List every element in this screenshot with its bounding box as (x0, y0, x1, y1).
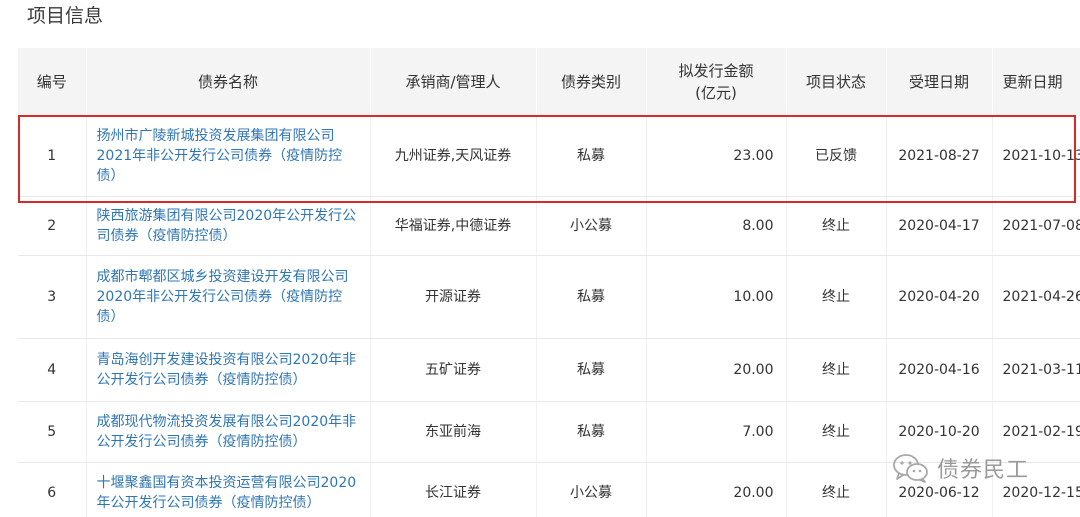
table-row[interactable]: 3 成都市郫都区城乡投资建设开发有限公司2020年非公开发行公司债券（疫情防控债… (18, 255, 1080, 339)
cell-type: 私募 (536, 338, 647, 402)
cell-underwriter: 长江证券 (370, 462, 537, 517)
header-amount[interactable]: 拟发行金额 (亿元) (646, 48, 787, 116)
cell-status: 终止 (786, 338, 887, 402)
cell-status: 终止 (786, 196, 887, 256)
cell-updated: 2021-07-08 (992, 196, 1080, 256)
header-name[interactable]: 债券名称 (86, 48, 371, 116)
bond-name-link[interactable]: 扬州市广陵新城投资发展集团有限公司2021年非公开发行公司债券（疫情防控债） (86, 116, 371, 197)
cell-underwriter: 华福证券,中德证券 (370, 196, 537, 256)
cell-underwriter: 九州证券,天风证券 (370, 116, 537, 197)
cell-accepted: 2020-04-17 (886, 196, 993, 256)
project-info-table: 编号 债券名称 承销商/管理人 债券类别 拟发行金额 (亿元) 项目状态 受理日… (18, 48, 1080, 517)
bond-name-link[interactable]: 十堰聚鑫国有资本投资运营有限公司2020年公开发行公司债券（疫情防控债） (86, 462, 371, 517)
cell-type: 私募 (536, 116, 647, 197)
cell-accepted: 2020-04-16 (886, 338, 993, 402)
header-status[interactable]: 项目状态 (786, 48, 887, 116)
header-accepted[interactable]: 受理日期 (886, 48, 993, 116)
watermark: 债券民工 (893, 449, 1029, 487)
cell-no: 1 (18, 116, 87, 197)
table-row[interactable]: 4 青岛海创开发建设投资有限公司2020年非公开发行公司债券（疫情防控债） 五矿… (18, 338, 1080, 402)
cell-amount: 8.00 (646, 196, 787, 256)
cell-type: 私募 (536, 255, 647, 339)
cell-underwriter: 开源证券 (370, 255, 537, 339)
cell-amount: 10.00 (646, 255, 787, 339)
cell-type: 小公募 (536, 462, 647, 517)
header-amount-line2: (亿元) (695, 84, 737, 102)
cell-no: 3 (18, 255, 87, 339)
header-amount-line1: 拟发行金额 (678, 62, 754, 80)
watermark-text: 债券民工 (937, 458, 1030, 483)
wechat-icon (893, 454, 928, 483)
cell-status: 已反馈 (786, 116, 887, 197)
table-header-row: 编号 债券名称 承销商/管理人 债券类别 拟发行金额 (亿元) 项目状态 受理日… (18, 48, 1080, 116)
cell-type: 小公募 (536, 196, 647, 256)
cell-updated: 2021-03-11 (992, 338, 1080, 402)
cell-type: 私募 (536, 401, 647, 463)
header-updated[interactable]: 更新日期 (992, 48, 1080, 116)
bond-name-link[interactable]: 成都现代物流投资发展有限公司2020年非公开发行公司债券（疫情防控债） (86, 401, 371, 463)
header-type[interactable]: 债券类别 (536, 48, 647, 116)
table-row[interactable]: 1 扬州市广陵新城投资发展集团有限公司2021年非公开发行公司债券（疫情防控债）… (18, 116, 1080, 197)
bond-name-link[interactable]: 成都市郫都区城乡投资建设开发有限公司2020年非公开发行公司债券（疫情防控债） (86, 255, 371, 339)
bond-name-link[interactable]: 陕西旅游集团有限公司2020年公开发行公司债券（疫情防控债） (86, 196, 371, 256)
cell-status: 终止 (786, 401, 887, 463)
header-underwriter[interactable]: 承销商/管理人 (370, 48, 537, 116)
table-row[interactable]: 2 陕西旅游集团有限公司2020年公开发行公司债券（疫情防控债） 华福证券,中德… (18, 196, 1080, 256)
cell-underwriter: 东亚前海 (370, 401, 537, 463)
project-table-container: 编号 债券名称 承销商/管理人 债券类别 拟发行金额 (亿元) 项目状态 受理日… (18, 48, 1080, 517)
cell-status: 终止 (786, 255, 887, 339)
cell-status: 终止 (786, 462, 887, 517)
cell-accepted: 2020-04-20 (886, 255, 993, 339)
cell-updated: 2021-10-13 (992, 116, 1080, 197)
cell-no: 5 (18, 401, 87, 463)
cell-accepted: 2021-08-27 (886, 116, 993, 197)
cell-amount: 20.00 (646, 338, 787, 402)
cell-no: 2 (18, 196, 87, 256)
cell-amount: 23.00 (646, 116, 787, 197)
header-no[interactable]: 编号 (18, 48, 87, 116)
bond-name-link[interactable]: 青岛海创开发建设投资有限公司2020年非公开发行公司债券（疫情防控债） (86, 338, 371, 402)
cell-no: 4 (18, 338, 87, 402)
cell-amount: 7.00 (646, 401, 787, 463)
cell-amount: 20.00 (646, 462, 787, 517)
cell-no: 6 (18, 462, 87, 517)
cell-underwriter: 五矿证券 (370, 338, 537, 402)
section-title: 项目信息 (27, 5, 104, 27)
cell-updated: 2021-04-26 (992, 255, 1080, 339)
